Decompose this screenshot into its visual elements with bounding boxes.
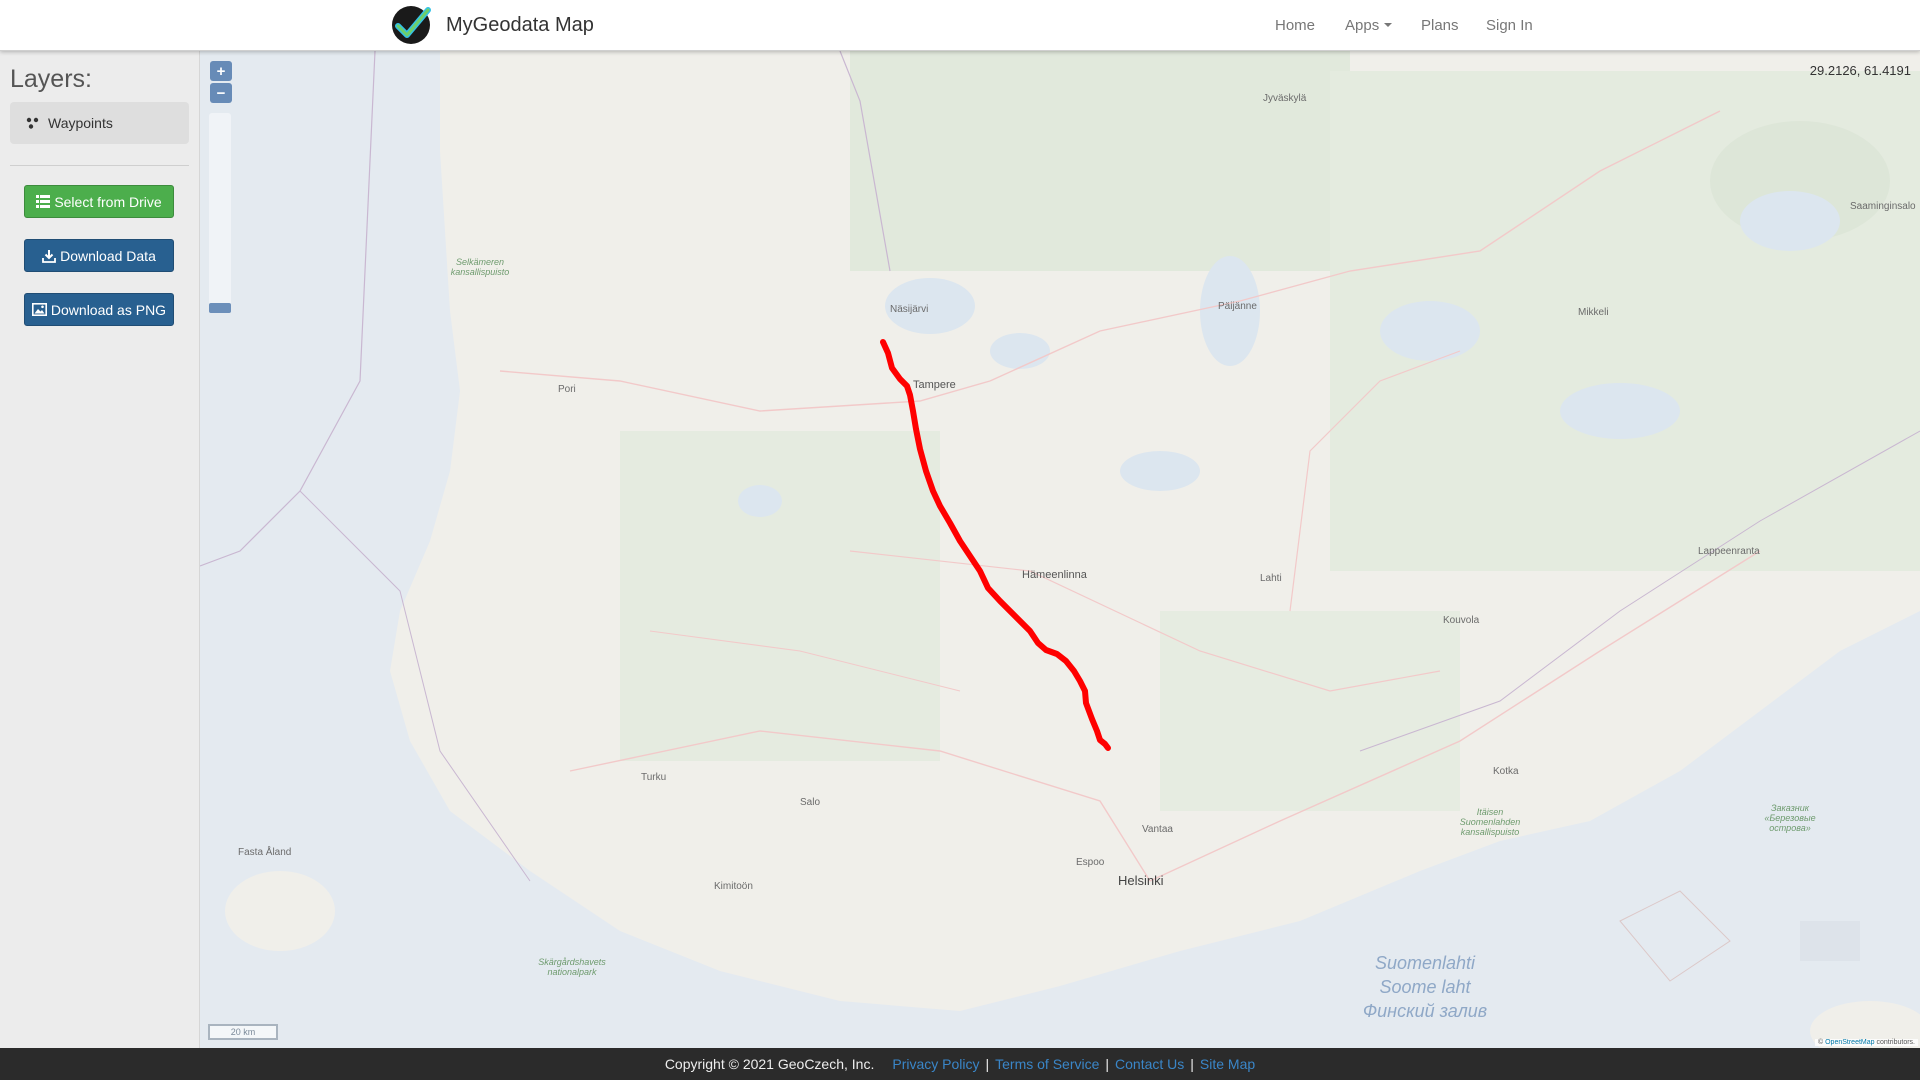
layers-sidebar: Layers: Waypoints Select from Drive Down…: [0, 51, 200, 1048]
zoom-slider-handle[interactable]: [209, 303, 231, 313]
zoom-control: + −: [210, 61, 232, 105]
nav-apps[interactable]: Apps: [1345, 0, 1393, 50]
contact-us-link[interactable]: Contact Us: [1115, 1056, 1184, 1072]
place-lahti: Lahti: [1260, 573, 1282, 584]
openstreetmap-link[interactable]: OpenStreetMap: [1825, 1039, 1874, 1046]
place-selkameren-park: Selkämeren kansallispuisto: [450, 257, 510, 277]
place-nasijarvi: Näsijärvi: [890, 304, 929, 315]
place-itainen-park: Itäisen Suomenlahden kansallispuisto: [1459, 807, 1521, 837]
place-kotka: Kotka: [1493, 766, 1519, 777]
download-icon: [42, 249, 57, 263]
scale-bar: 20 km: [208, 1024, 278, 1040]
brand-logo-icon: [392, 6, 431, 44]
picture-icon: [31, 303, 47, 316]
caret-down-icon: [1384, 23, 1393, 27]
nav-plans-label: Plans: [1421, 16, 1459, 34]
place-gulf-et: Soome laht: [1379, 977, 1471, 997]
place-salo: Salo: [800, 797, 821, 808]
brand-name: MyGeodata Map: [446, 13, 594, 36]
footer: Copyright © 2021 GeoCzech, Inc. Privacy …: [0, 1048, 1920, 1080]
nav-plans[interactable]: Plans: [1421, 0, 1459, 50]
sidebar-divider: [10, 165, 189, 166]
place-kimitoon: Kimitoön: [714, 881, 753, 892]
layer-item-label: Waypoints: [48, 115, 113, 131]
select-from-drive-label: Select from Drive: [54, 193, 162, 210]
basemap: [200, 51, 1920, 1048]
download-png-label: Download as PNG: [50, 301, 167, 318]
attribution-suffix: contributors.: [1874, 1039, 1915, 1046]
map-attribution: © OpenStreetMap contributors.: [1815, 1039, 1918, 1046]
download-data-button[interactable]: Download Data: [24, 239, 174, 272]
place-jyvaskyla: Jyväskylä: [1263, 93, 1307, 104]
nav-apps-label: Apps: [1345, 16, 1380, 34]
footer-separator: |: [1190, 1056, 1194, 1072]
place-saaminginsalo: Saaminginsalo: [1850, 201, 1916, 212]
brand-link[interactable]: MyGeodata Map: [388, 4, 594, 46]
cursor-coordinates: 29.2126, 61.4191: [1809, 63, 1911, 78]
terms-of-service-link[interactable]: Terms of Service: [995, 1056, 1099, 1072]
place-paijanne: Päijänne: [1218, 301, 1257, 312]
zoom-slider[interactable]: [209, 113, 231, 313]
place-pori: Pori: [558, 384, 576, 395]
layers-title: Layers:: [10, 65, 92, 93]
footer-copyright: Copyright © 2021 GeoCzech, Inc.: [664, 1056, 875, 1072]
place-vantaa: Vantaa: [1142, 824, 1173, 835]
place-russian-reserve: Заказник «Березовые острова»: [1764, 803, 1816, 833]
zoom-out-button[interactable]: −: [210, 83, 232, 103]
select-from-drive-button[interactable]: Select from Drive: [24, 185, 174, 218]
place-turku: Turku: [641, 772, 667, 783]
place-helsinki: Helsinki: [1118, 873, 1164, 888]
list-icon: [36, 195, 51, 208]
waypoints-icon: [26, 117, 39, 129]
place-mikkeli: Mikkeli: [1578, 307, 1609, 318]
place-gulf-ru: Финский залив: [1362, 1001, 1488, 1021]
scale-bar-label: 20 km: [230, 1027, 256, 1037]
zoom-in-button[interactable]: +: [210, 61, 232, 81]
map-canvas[interactable]: Jyväskylä Näsijärvi Tampere Pori Päijänn…: [200, 51, 1920, 1048]
nav-home[interactable]: Home: [1275, 0, 1315, 50]
place-skargards-park: Skärgårdshavets nationalpark: [538, 957, 606, 977]
place-kouvola: Kouvola: [1443, 615, 1480, 626]
nav-sign-in[interactable]: Sign In: [1486, 0, 1533, 50]
footer-separator: |: [1105, 1056, 1110, 1072]
nav-home-label: Home: [1275, 16, 1316, 34]
download-data-label: Download Data: [60, 247, 156, 264]
download-png-button[interactable]: Download as PNG: [24, 293, 174, 326]
nav-sign-in-label: Sign In: [1486, 16, 1533, 34]
place-espoo: Espoo: [1076, 857, 1105, 868]
top-navbar: MyGeodata Map Home Apps Plans Sign In: [0, 0, 1920, 51]
place-hameenlinna: Hämeenlinna: [1022, 569, 1087, 581]
site-map-link[interactable]: Site Map: [1200, 1056, 1255, 1072]
place-gulf-fi: Suomenlahti: [1374, 953, 1476, 973]
layer-item-waypoints[interactable]: Waypoints: [10, 102, 189, 144]
place-tampere: Tampere: [913, 379, 956, 391]
privacy-policy-link[interactable]: Privacy Policy: [892, 1056, 979, 1072]
place-lappeenranta: Lappeenranta: [1698, 546, 1760, 557]
place-fasta-aland: Fasta Åland: [238, 847, 292, 858]
footer-separator: |: [985, 1056, 990, 1072]
